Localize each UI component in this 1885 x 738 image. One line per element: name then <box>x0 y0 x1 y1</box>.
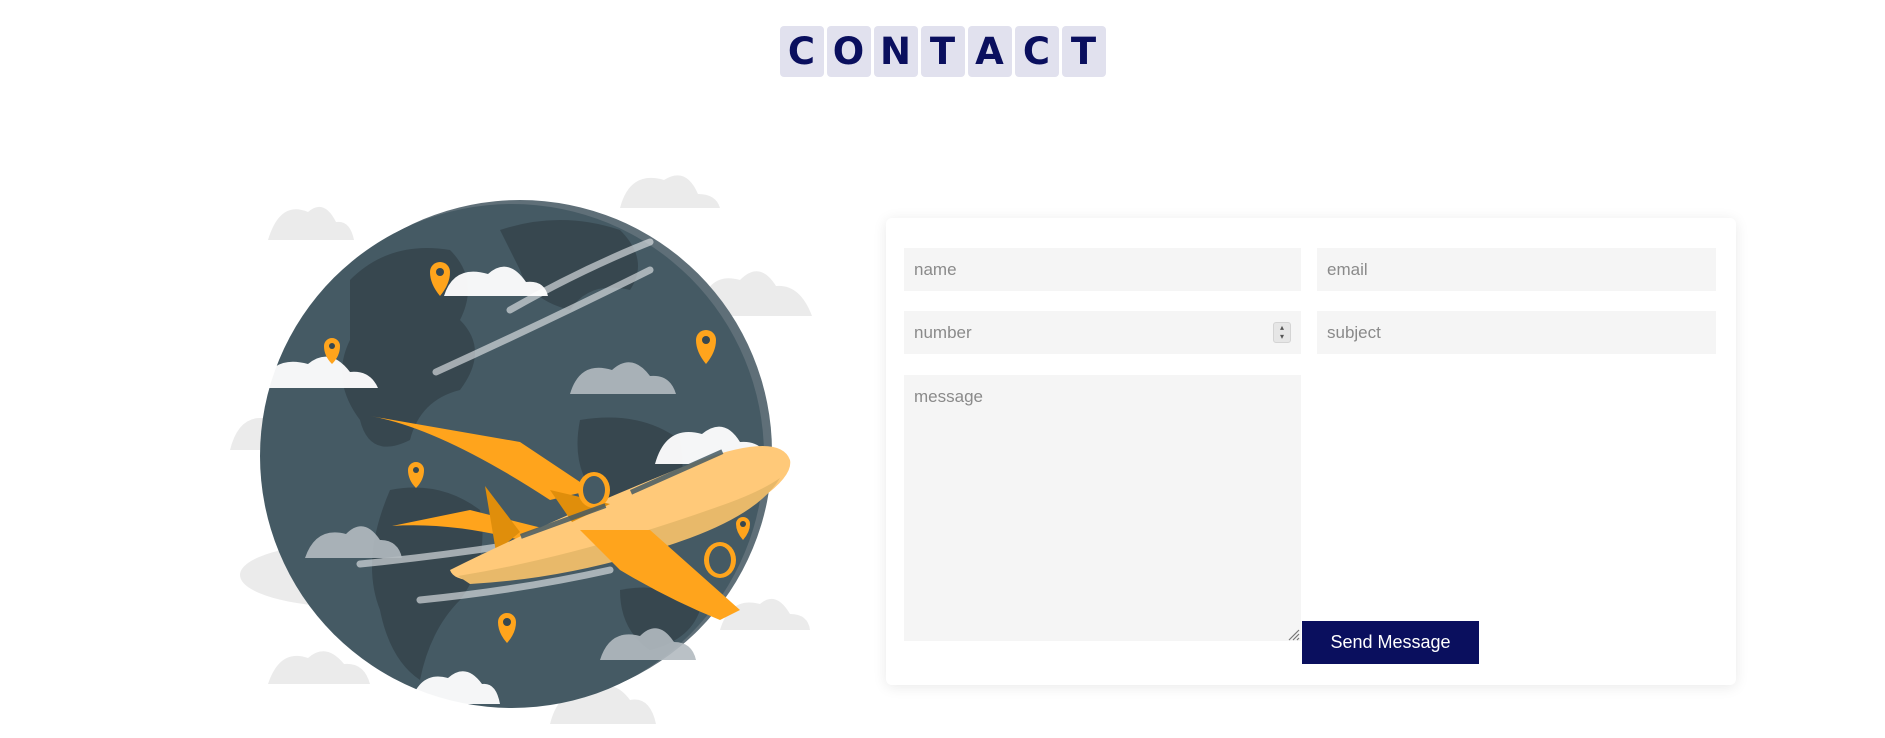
heading-letter: O <box>826 26 871 77</box>
contact-form-card: ▴▾ Send Message <box>886 218 1736 685</box>
name-input[interactable] <box>904 248 1301 291</box>
number-spinner-icon[interactable]: ▴ ▾ <box>1273 322 1291 343</box>
heading-letter: T <box>920 26 965 77</box>
heading-letter: N <box>873 26 918 77</box>
heading-letter: C <box>1014 26 1059 77</box>
send-message-button[interactable]: Send Message <box>1302 621 1479 664</box>
subject-input[interactable] <box>1317 311 1716 354</box>
heading-letter: A <box>967 26 1012 77</box>
message-textarea[interactable] <box>904 375 1301 641</box>
email-input[interactable] <box>1317 248 1716 291</box>
page-heading: C O N T A C T <box>0 26 1885 77</box>
heading-letter: T <box>1061 26 1106 77</box>
globe-airplane-illustration <box>220 160 820 738</box>
resize-grip-icon[interactable] <box>1286 627 1300 641</box>
heading-letter: C <box>779 26 824 77</box>
number-input[interactable] <box>904 311 1301 354</box>
globe-airplane-icon <box>230 175 812 724</box>
